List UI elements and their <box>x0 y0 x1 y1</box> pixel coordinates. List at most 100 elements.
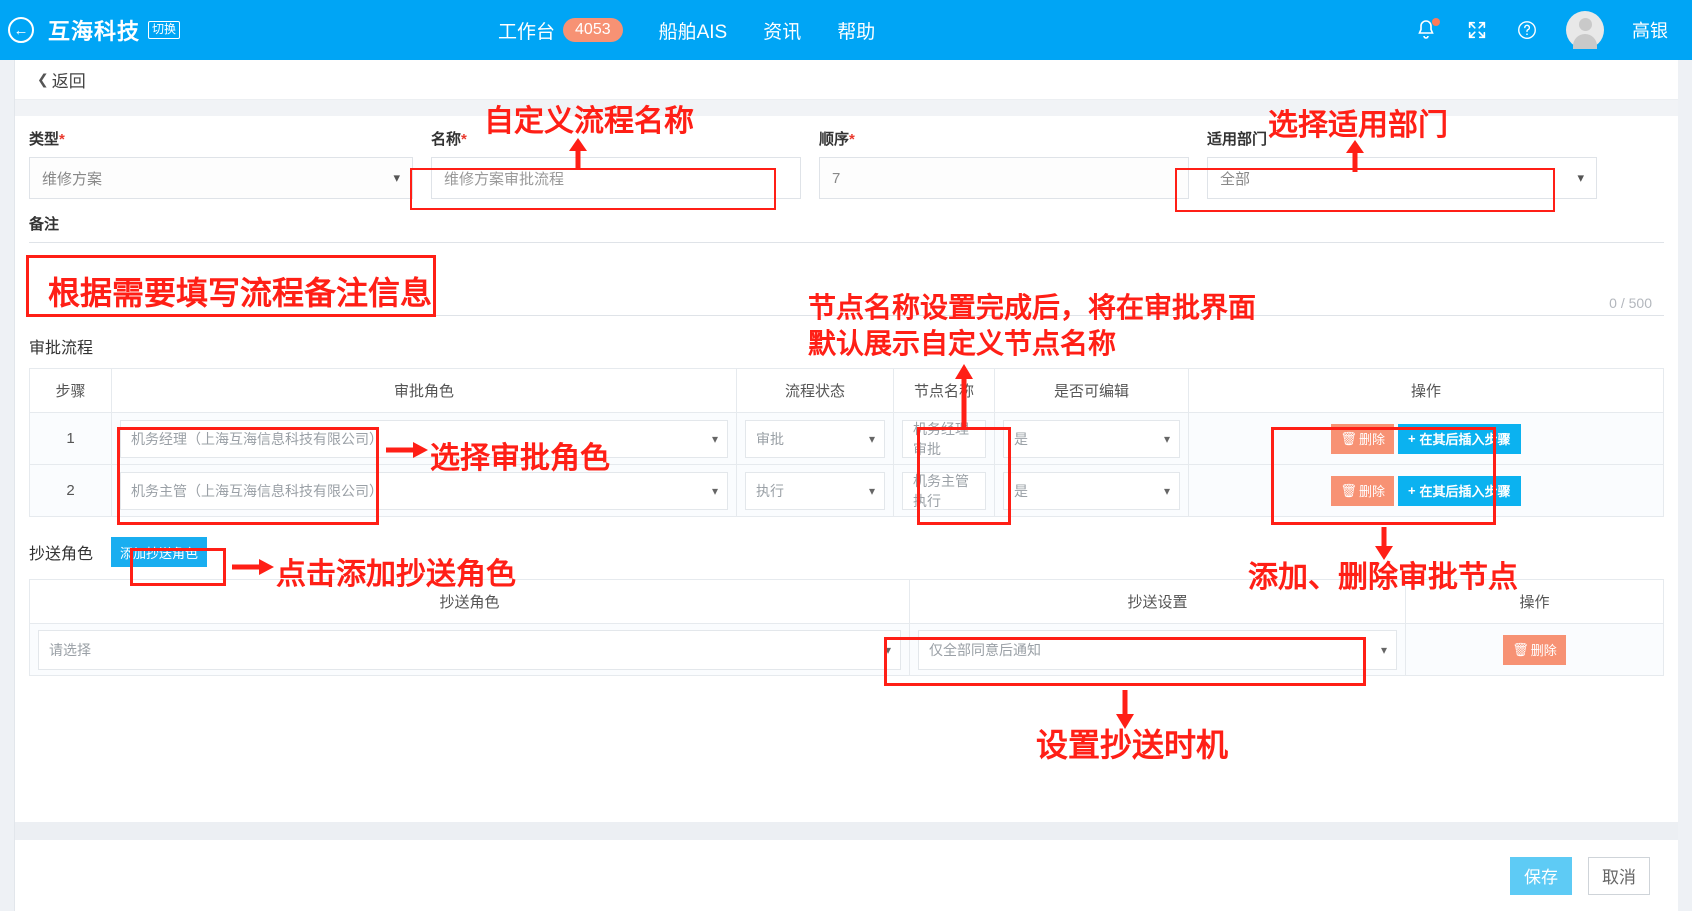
order-input[interactable]: 7 <box>819 157 1189 199</box>
delete-step-button[interactable]: 🗑 删除 <box>1331 423 1394 454</box>
chevron-down-icon: ▾ <box>868 483 875 498</box>
cell-step: 2 <box>29 464 112 517</box>
remark-textarea[interactable]: 0 / 500 <box>29 242 1664 316</box>
node-name-input[interactable]: 机务主管执行 <box>902 471 986 510</box>
node-name-input[interactable]: 机务经理审批 <box>902 419 986 458</box>
field-type: 类型* 维修方案 ▾ <box>29 128 431 199</box>
field-type-label: 类型* <box>29 128 413 149</box>
col-operation: 操作 <box>1188 368 1664 413</box>
add-cc-role-button[interactable]: 添加抄送角色 <box>111 537 208 567</box>
insert-step-button[interactable]: + 在其后插入步骤 <box>1397 423 1521 454</box>
workbench-count-badge: 4053 <box>563 17 623 43</box>
cell-cc-operation: 🗑 删除 <box>1405 623 1664 676</box>
field-name-label: 名称* <box>431 128 801 149</box>
cc-setting-select-value: 仅全部同意后通知 <box>929 641 1041 658</box>
nav-item-workbench-label: 工作台 <box>498 21 556 43</box>
col-cc-role: 抄送角色 <box>29 579 910 624</box>
table-row: 1 机务经理（上海互海信息科技有限公司） ▾ 审批 ▾ 机务经理审批 是 ▾ 🗑… <box>29 412 1664 465</box>
insert-step-label: 在其后插入步骤 <box>1419 484 1511 499</box>
field-type-label-text: 类型 <box>29 131 60 148</box>
plus-icon: + <box>1407 431 1416 446</box>
chevron-left-icon: ❮ <box>37 71 49 87</box>
name-input-value: 维修方案审批流程 <box>444 170 565 188</box>
status-select[interactable]: 执行 ▾ <box>745 471 885 510</box>
type-select[interactable]: 维修方案 ▾ <box>29 157 413 199</box>
table-row: 请选择 ▾ 仅全部同意后通知 ▾ 🗑 删除 <box>29 623 1664 676</box>
col-editable: 是否可编辑 <box>994 368 1189 413</box>
avatar[interactable] <box>1566 11 1604 49</box>
nav-item-workbench[interactable]: 工作台 4053 <box>498 17 623 44</box>
node-name-value: 机务经理审批 <box>913 420 969 457</box>
nav-item-help[interactable]: 帮助 <box>837 17 875 44</box>
back-circle-arrow-icon[interactable]: ← <box>8 17 34 43</box>
trash-icon: 🗑 <box>1340 482 1357 498</box>
field-remark-label: 备注 <box>29 216 60 233</box>
top-right-actions: 高银 <box>1414 0 1668 60</box>
cc-role-select[interactable]: 请选择 ▾ <box>38 629 901 670</box>
field-order: 顺序* 7 <box>819 128 1207 199</box>
cell-operation: 🗑 删除 + 在其后插入步骤 <box>1188 412 1664 465</box>
footer-divider-strip <box>15 822 1678 840</box>
bell-icon[interactable] <box>1414 18 1440 42</box>
save-button[interactable]: 保存 <box>1510 856 1572 895</box>
username-label[interactable]: 高银 <box>1632 17 1668 43</box>
cc-table: 抄送角色 抄送设置 操作 请选择 ▾ 仅全部同意后通知 ▾ 🗑 删除 <box>29 579 1664 676</box>
nav-item-help-label: 帮助 <box>837 21 876 43</box>
page-container: ❮ 返回 类型* 维修方案 ▾ 名称* 维修方案审批流程 顺序* 7 适用部门 … <box>14 60 1678 911</box>
flow-form: 类型* 维修方案 ▾ 名称* 维修方案审批流程 顺序* 7 适用部门 全部 ▾ … <box>15 116 1678 676</box>
insert-step-button[interactable]: + 在其后插入步骤 <box>1397 475 1521 506</box>
insert-step-label: 在其后插入步骤 <box>1419 432 1511 447</box>
form-row-1: 类型* 维修方案 ▾ 名称* 维修方案审批流程 顺序* 7 适用部门 全部 ▾ <box>29 128 1664 199</box>
field-name-required: * <box>461 131 467 148</box>
field-order-required: * <box>849 131 855 148</box>
nav-item-ship-ais[interactable]: 船舶AIS <box>659 17 728 44</box>
cancel-button[interactable]: 取消 <box>1588 856 1650 895</box>
question-circle-icon[interactable] <box>1516 19 1538 41</box>
editable-select[interactable]: 是 ▾ <box>1003 471 1180 510</box>
editable-select[interactable]: 是 ▾ <box>1003 419 1180 458</box>
nav-item-news-label: 资讯 <box>763 21 802 43</box>
chevron-down-icon: ▾ <box>1380 642 1387 657</box>
footer-actions: 保存 取消 <box>15 840 1678 911</box>
role-select-value: 机务经理（上海互海信息科技有限公司） <box>131 430 383 447</box>
delete-step-button[interactable]: 🗑 删除 <box>1331 475 1394 506</box>
node-name-value: 机务主管执行 <box>913 472 969 509</box>
table-row: 2 机务主管（上海互海信息科技有限公司） ▾ 执行 ▾ 机务主管执行 是 ▾ 🗑… <box>29 464 1664 517</box>
trash-icon: 🗑 <box>1340 430 1357 446</box>
app-root: ← 互海科技 切换 工作台 4053 船舶AIS 资讯 帮助 高银 ❮ 返回 类… <box>0 0 1692 911</box>
editable-select-value: 是 <box>1014 482 1028 499</box>
chevron-down-icon: ▾ <box>868 431 875 446</box>
back-link[interactable]: ❮ 返回 <box>15 60 1678 100</box>
cc-setting-select[interactable]: 仅全部同意后通知 ▾ <box>918 629 1397 670</box>
delete-cc-button[interactable]: 🗑 删除 <box>1503 634 1566 665</box>
chevron-down-icon: ▾ <box>711 431 718 446</box>
chevron-down-icon: ▾ <box>884 642 891 657</box>
chevron-down-icon: ▾ <box>711 483 718 498</box>
chevron-down-icon: ▾ <box>1163 483 1170 498</box>
avatar-head <box>1578 18 1592 31</box>
cell-step: 1 <box>29 412 112 465</box>
field-remark: 备注 0 / 500 <box>29 213 1664 316</box>
cell-role: 机务经理（上海互海信息科技有限公司） ▾ <box>111 412 737 465</box>
status-select[interactable]: 审批 ▾ <box>745 419 885 458</box>
switch-company-tag[interactable]: 切换 <box>148 21 181 39</box>
role-select[interactable]: 机务主管（上海互海信息科技有限公司） ▾ <box>120 471 728 510</box>
back-link-label: 返回 <box>51 72 86 91</box>
chevron-down-icon: ▾ <box>393 170 400 185</box>
cell-editable: 是 ▾ <box>994 412 1189 465</box>
cc-table-header-row: 抄送角色 抄送设置 操作 <box>29 579 1664 624</box>
field-name-label-text: 名称 <box>431 131 462 148</box>
order-input-value: 7 <box>832 169 841 187</box>
name-input[interactable]: 维修方案审批流程 <box>431 157 801 199</box>
trash-icon: 🗑 <box>1512 641 1529 657</box>
cell-cc-setting: 仅全部同意后通知 ▾ <box>909 623 1406 676</box>
department-select[interactable]: 全部 ▾ <box>1207 157 1597 199</box>
role-select-value: 机务主管（上海互海信息科技有限公司） <box>131 482 383 499</box>
role-select[interactable]: 机务经理（上海互海信息科技有限公司） ▾ <box>120 419 728 458</box>
col-cc-operation: 操作 <box>1405 579 1664 624</box>
row-actions: 🗑 删除 + 在其后插入步骤 <box>1197 423 1655 454</box>
chevron-down-icon: ▾ <box>1577 170 1584 185</box>
field-department-label: 适用部门 <box>1207 128 1597 149</box>
fullscreen-icon[interactable] <box>1466 19 1488 41</box>
nav-item-news[interactable]: 资讯 <box>763 17 801 44</box>
